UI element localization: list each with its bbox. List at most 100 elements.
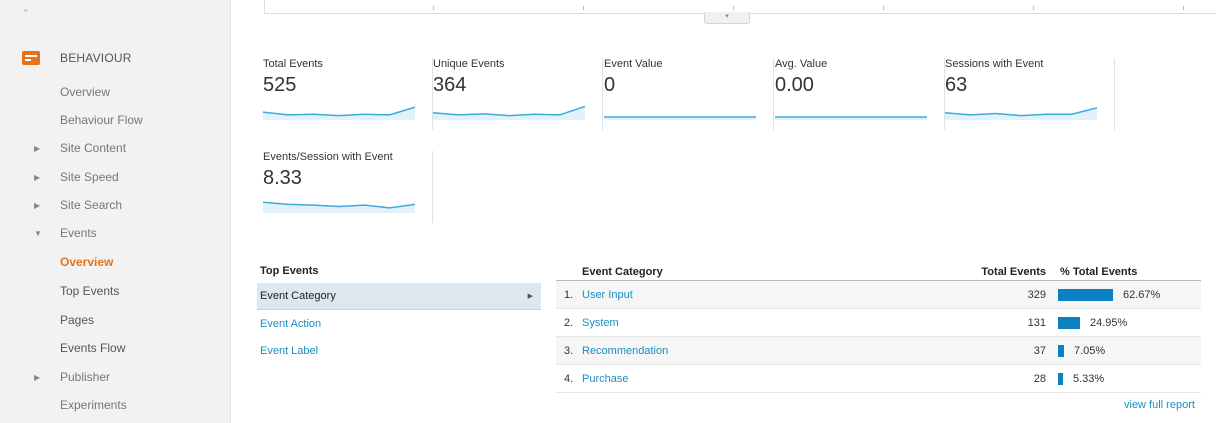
percent-bar bbox=[1058, 373, 1063, 385]
metric-value: 525 bbox=[263, 74, 297, 96]
sidebar-item-pages[interactable]: Pages bbox=[0, 309, 230, 331]
expand-chart-button[interactable]: ▾ bbox=[704, 12, 750, 24]
chevron-right-icon: ▶ bbox=[527, 293, 533, 300]
sidebar-item-behaviour-flow[interactable]: Behaviour Flow bbox=[0, 109, 230, 131]
metric-total-events[interactable]: Total Events 525 bbox=[263, 58, 433, 130]
metric-events-per-session[interactable]: Events/Session with Event 8.33 bbox=[263, 151, 433, 223]
sidebar-item-experiments[interactable]: Experiments bbox=[0, 394, 230, 416]
total-events-value: 131 bbox=[1027, 317, 1046, 329]
sidebar-item-site-search[interactable]: ▶ Site Search bbox=[0, 194, 230, 216]
percent-value: 24.95% bbox=[1090, 317, 1128, 329]
sparkline bbox=[775, 116, 927, 120]
total-events-value: 28 bbox=[1033, 373, 1046, 385]
total-events-value: 329 bbox=[1027, 289, 1046, 301]
top-events-event-category[interactable]: Event Category ▶ bbox=[257, 283, 541, 310]
sidebar-item-label: Publisher bbox=[60, 370, 111, 384]
sidebar-item-label: Experiments bbox=[60, 398, 127, 412]
col-pct-total-events[interactable]: % Total Events bbox=[1060, 266, 1137, 278]
event-category-table: Event Category Total Events % Total Even… bbox=[556, 263, 1201, 393]
sparkline bbox=[263, 106, 415, 120]
percent-value: 7.05% bbox=[1074, 345, 1106, 357]
metric-value: 0 bbox=[604, 74, 616, 96]
top-events-list: Event Category ▶ Event Action Event Labe… bbox=[257, 283, 541, 364]
sidebar-item-publisher[interactable]: ▶ Publisher bbox=[0, 366, 230, 388]
col-total-events[interactable]: Total Events bbox=[981, 266, 1046, 278]
caret-down-icon: ▼ bbox=[34, 228, 42, 238]
table-row: 1. User Input 329 62.67% bbox=[556, 281, 1201, 309]
top-events-event-label[interactable]: Event Label bbox=[257, 337, 541, 364]
sidebar-item-events[interactable]: ▼ Events bbox=[0, 222, 230, 244]
sparkline-line bbox=[433, 105, 585, 117]
top-events-title: Top Events bbox=[260, 265, 319, 277]
metric-label: Sessions with Event bbox=[945, 58, 1044, 70]
sparkline bbox=[604, 116, 756, 120]
sidebar-item-label: Overview bbox=[60, 85, 111, 99]
top-events-item-label: Event Action bbox=[260, 317, 322, 330]
sparkline bbox=[433, 105, 585, 120]
category-link[interactable]: System bbox=[582, 317, 619, 329]
sidebar-item-label: Events bbox=[60, 226, 97, 240]
sidebar-section-label: BEHAVIOUR bbox=[60, 51, 132, 65]
view-full-report-link[interactable]: view full report bbox=[1124, 399, 1195, 411]
behaviour-icon bbox=[22, 51, 40, 65]
sidebar-item-label: Pages bbox=[60, 313, 95, 327]
category-link[interactable]: Purchase bbox=[582, 373, 628, 385]
sidebar-item-events-flow[interactable]: Events Flow bbox=[0, 337, 230, 359]
percent-value: 5.33% bbox=[1073, 373, 1105, 385]
sidebar-item-label: Site Search bbox=[60, 198, 123, 212]
percent-bar bbox=[1058, 289, 1113, 301]
row-number: 3. bbox=[564, 345, 574, 357]
row-number: 4. bbox=[564, 373, 574, 385]
top-events-item-label: Event Label bbox=[260, 344, 319, 357]
sidebar-section-behaviour[interactable]: BEHAVIOUR bbox=[22, 47, 132, 69]
metric-label: Event Value bbox=[604, 58, 663, 70]
sparkline bbox=[263, 201, 415, 213]
metric-value: 63 bbox=[945, 74, 968, 96]
metric-avg-value[interactable]: Avg. Value 0.00 bbox=[775, 58, 945, 130]
sidebar-item-site-content[interactable]: ▶ Site Content bbox=[0, 137, 230, 159]
table-row: 3. Recommendation 37 7.05% bbox=[556, 337, 1201, 365]
col-event-category[interactable]: Event Category bbox=[582, 266, 663, 278]
metric-sessions-with-event[interactable]: Sessions with Event 63 bbox=[945, 58, 1115, 130]
sidebar-handle[interactable]: ″ bbox=[24, 8, 28, 18]
category-link[interactable]: User Input bbox=[582, 289, 633, 301]
sidebar-item-events-overview[interactable]: Overview bbox=[0, 251, 230, 273]
sparkline-area bbox=[433, 106, 585, 120]
sidebar-item-label: Events Flow bbox=[60, 341, 126, 355]
sidebar-item-site-speed[interactable]: ▶ Site Speed bbox=[0, 166, 230, 188]
sparkline-line bbox=[263, 106, 415, 117]
sidebar: ″ BEHAVIOUR Overview Behaviour Flow ▶ Si… bbox=[0, 0, 231, 423]
metric-label: Events/Session with Event bbox=[263, 151, 393, 163]
sidebar-item-label: Site Content bbox=[60, 141, 127, 155]
metric-value: 0.00 bbox=[775, 74, 814, 96]
row-number: 1. bbox=[564, 289, 574, 301]
sidebar-item-top-events[interactable]: Top Events bbox=[0, 280, 230, 302]
metric-label: Total Events bbox=[263, 58, 323, 70]
percent-bar bbox=[1058, 345, 1064, 357]
caret-right-icon: ▶ bbox=[34, 372, 41, 382]
metric-value: 8.33 bbox=[263, 167, 302, 189]
percent-value: 62.67% bbox=[1123, 289, 1161, 301]
row-number: 2. bbox=[564, 317, 574, 329]
metric-value: 364 bbox=[433, 74, 467, 96]
category-link[interactable]: Recommendation bbox=[582, 345, 668, 357]
caret-right-icon: ▶ bbox=[34, 200, 41, 210]
sidebar-item-label: Site Speed bbox=[60, 170, 119, 184]
top-events-item-label: Event Category bbox=[260, 290, 336, 302]
sidebar-item-label: Overview bbox=[60, 255, 114, 269]
metric-label: Unique Events bbox=[433, 58, 505, 70]
top-events-event-action[interactable]: Event Action bbox=[257, 310, 541, 337]
percent-bar bbox=[1058, 317, 1080, 329]
metric-label: Avg. Value bbox=[775, 58, 828, 70]
caret-right-icon: ▶ bbox=[34, 172, 41, 182]
main-content: ▾ Total Events 525 Unique Events 364 Eve… bbox=[231, 0, 1216, 423]
metric-event-value[interactable]: Event Value 0 bbox=[604, 58, 774, 130]
table-row: 4. Purchase 28 5.33% bbox=[556, 365, 1201, 393]
caret-right-icon: ▶ bbox=[34, 143, 41, 153]
table-header: Event Category Total Events % Total Even… bbox=[556, 263, 1201, 281]
total-events-value: 37 bbox=[1033, 345, 1046, 357]
sidebar-item-overview[interactable]: Overview bbox=[0, 81, 230, 103]
table-row: 2. System 131 24.95% bbox=[556, 309, 1201, 337]
sparkline bbox=[945, 107, 1097, 120]
metric-unique-events[interactable]: Unique Events 364 bbox=[433, 58, 603, 130]
